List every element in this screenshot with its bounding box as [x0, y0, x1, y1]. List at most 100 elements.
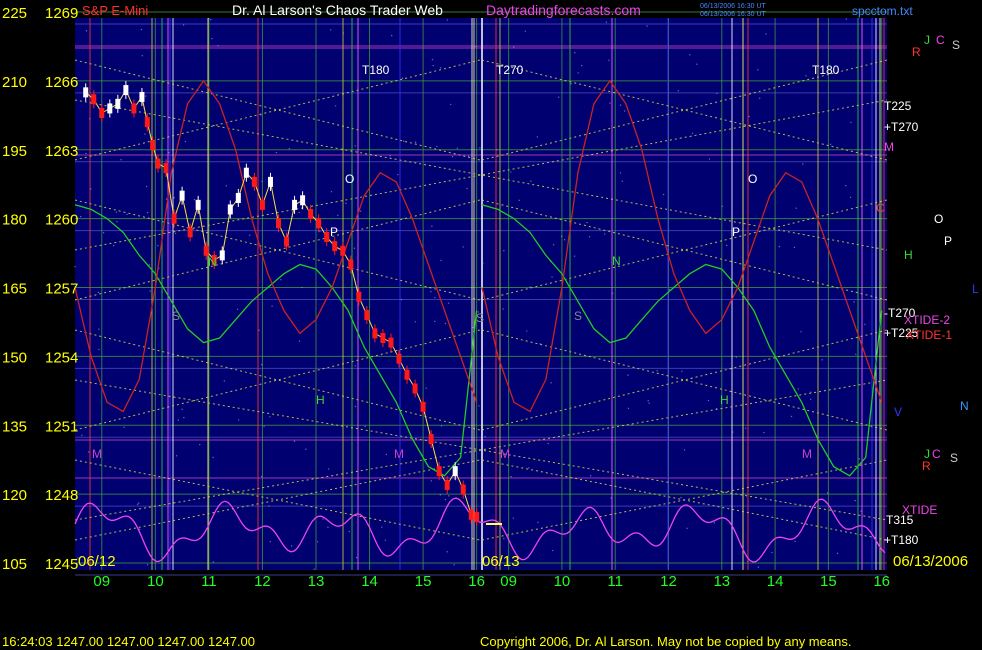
- price-bar: [372, 328, 378, 339]
- star-dot: [337, 214, 339, 217]
- star-dot: [757, 69, 759, 71]
- planet-marker: S: [574, 309, 582, 323]
- star-dot: [330, 190, 333, 193]
- star-dot: [298, 340, 301, 342]
- star-dot: [384, 539, 387, 541]
- star-dot: [439, 494, 442, 496]
- x-axis-hour-tick: 14: [361, 573, 378, 590]
- star-dot: [439, 67, 442, 69]
- star-dot: [794, 540, 796, 542]
- star-dot: [800, 331, 802, 333]
- star-dot: [563, 239, 566, 241]
- star-dot: [181, 408, 183, 411]
- star-dot: [456, 147, 458, 149]
- y-axis-price-tick: 1245: [45, 556, 78, 573]
- star-dot: [453, 564, 455, 566]
- star-dot: [211, 37, 213, 40]
- star-dot: [140, 28, 143, 31]
- y-axis-left-tick: 195: [2, 143, 27, 160]
- star-dot: [354, 145, 356, 147]
- star-dot: [98, 328, 100, 330]
- star-dot: [579, 154, 582, 156]
- star-dot: [136, 503, 139, 506]
- y-axis-left-tick: 225: [2, 5, 27, 22]
- planet-marker: O: [748, 172, 757, 186]
- star-dot: [305, 448, 307, 450]
- price-bar: [388, 337, 394, 348]
- star-dot: [313, 568, 315, 570]
- x-axis-hour-tick: 10: [554, 573, 571, 590]
- x-axis-hour-tick: 14: [767, 573, 784, 590]
- y-axis-left-tick: 120: [2, 487, 27, 504]
- price-bar: [364, 310, 370, 321]
- star-dot: [623, 110, 626, 112]
- star-dot: [611, 292, 614, 295]
- price-bar: [474, 512, 480, 523]
- y-axis-price-tick: 1248: [45, 487, 78, 504]
- planet-marker: S: [172, 309, 180, 323]
- star-dot: [98, 348, 100, 351]
- star-dot: [646, 25, 648, 27]
- price-bar: [99, 108, 105, 119]
- star-dot: [757, 566, 760, 568]
- star-dot: [503, 537, 505, 540]
- planet-marker: N: [960, 399, 969, 413]
- star-dot: [126, 213, 128, 216]
- star-dot: [647, 400, 649, 402]
- star-dot: [161, 291, 163, 293]
- star-dot: [223, 380, 226, 382]
- star-dot: [385, 453, 388, 456]
- star-dot: [327, 526, 329, 528]
- star-dot: [102, 232, 105, 234]
- star-dot: [271, 305, 273, 307]
- star-dot: [434, 320, 436, 323]
- star-dot: [858, 458, 861, 460]
- star-dot: [431, 225, 433, 227]
- star-dot: [290, 545, 293, 547]
- star-dot: [327, 468, 330, 470]
- star-dot: [529, 286, 531, 288]
- x-axis-hour-tick: 09: [93, 573, 110, 590]
- y-axis-price-tick: 1269: [45, 5, 78, 22]
- star-dot: [174, 232, 177, 235]
- price-bar: [292, 199, 298, 210]
- star-dot: [478, 405, 480, 407]
- star-dot: [447, 302, 450, 304]
- star-dot: [444, 322, 447, 325]
- price-bar: [91, 94, 97, 105]
- star-dot: [451, 156, 454, 158]
- price-bar: [324, 231, 330, 242]
- data-file-label: spcctom.txt: [852, 4, 913, 18]
- star-dot: [115, 211, 118, 213]
- star-dot: [260, 114, 262, 116]
- x-axis-hour-tick: 11: [607, 573, 623, 590]
- price-bar: [308, 209, 314, 220]
- annotation-label: O: [934, 212, 943, 226]
- star-dot: [763, 431, 765, 434]
- star-dot: [551, 276, 553, 278]
- star-dot: [574, 52, 576, 54]
- star-dot: [81, 434, 83, 437]
- price-bar: [412, 383, 418, 394]
- star-dot: [747, 560, 749, 563]
- star-dot: [444, 498, 447, 501]
- star-dot: [690, 377, 692, 380]
- star-dot: [551, 549, 554, 552]
- price-bar: [115, 98, 121, 109]
- price-bar: [348, 259, 354, 270]
- star-dot: [745, 427, 747, 429]
- site-link[interactable]: Daytradingforecasts.com: [486, 2, 641, 18]
- star-dot: [482, 262, 484, 264]
- price-bar: [123, 85, 129, 96]
- planet-marker: S: [950, 451, 958, 465]
- star-dot: [414, 141, 417, 143]
- star-dot: [731, 431, 734, 433]
- star-dot: [526, 330, 528, 332]
- star-dot: [518, 199, 520, 202]
- star-dot: [183, 416, 185, 419]
- star-dot: [258, 329, 260, 331]
- star-dot: [479, 147, 481, 149]
- price-bar: [396, 353, 402, 364]
- timestamp-1: 06/13/2006 16:30 UT: [700, 3, 766, 10]
- series-label: S&P E-Mini: [82, 3, 148, 18]
